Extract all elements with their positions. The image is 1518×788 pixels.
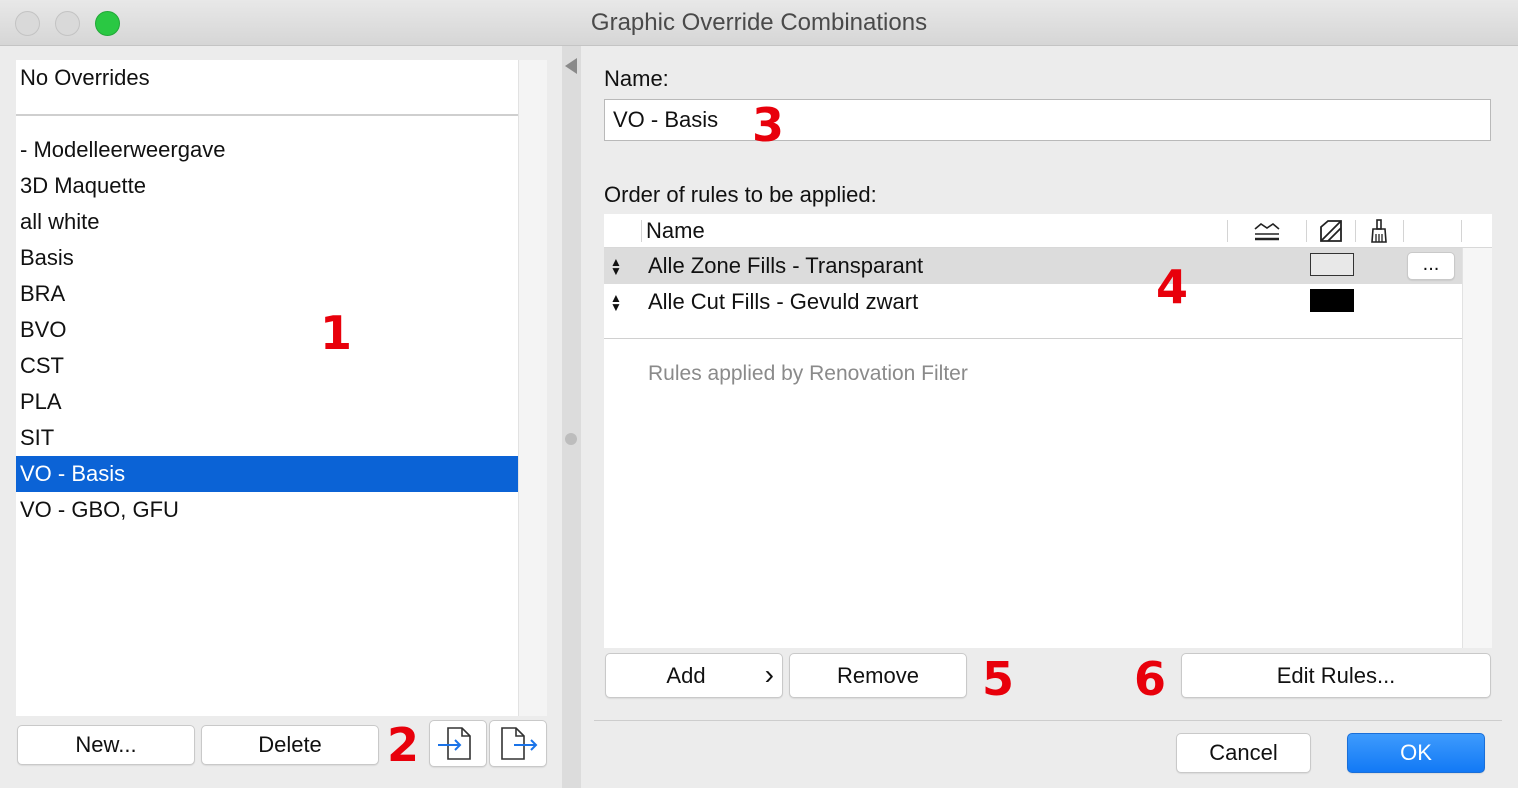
export-file-icon: [501, 727, 538, 760]
header-separator: [1461, 220, 1462, 242]
annotation-3: 3: [752, 98, 785, 152]
remove-rule-button[interactable]: Remove: [789, 653, 967, 698]
add-rule-button[interactable]: Add ›: [605, 653, 783, 698]
list-item[interactable]: SIT: [16, 420, 518, 456]
new-button[interactable]: New...: [17, 725, 195, 765]
annotation-6: 6: [1134, 652, 1167, 706]
reorder-handle-icon[interactable]: ▲ ▼: [609, 292, 623, 313]
renovation-separator: [604, 338, 1462, 339]
fill-override-icon[interactable]: [1318, 218, 1344, 244]
splitter-handle[interactable]: [565, 433, 577, 445]
panel-splitter[interactable]: [562, 46, 581, 788]
list-item[interactable]: - Modelleerweergave: [16, 132, 518, 168]
rule-more-button[interactable]: ...: [1407, 252, 1455, 280]
list-item[interactable]: VO - GBO, GFU: [16, 492, 518, 528]
list-divider: [16, 114, 518, 116]
list-item[interactable]: all white: [16, 204, 518, 240]
export-button[interactable]: [489, 720, 547, 767]
list-item-selected[interactable]: VO - Basis: [16, 456, 518, 492]
list-item-no-overrides[interactable]: No Overrides: [16, 60, 518, 96]
import-file-icon: [438, 727, 471, 760]
collapse-left-arrow-icon[interactable]: [565, 58, 577, 74]
list-item[interactable]: Basis: [16, 240, 518, 276]
add-label: Add: [666, 663, 706, 688]
rule-name[interactable]: Alle Zone Fills - Transparant: [648, 248, 923, 284]
list-item[interactable]: PLA: [16, 384, 518, 420]
list-item[interactable]: CST: [16, 348, 518, 384]
reorder-handle-icon[interactable]: ▲ ▼: [609, 256, 623, 277]
rules-label: Order of rules to be applied:: [604, 182, 877, 207]
renovation-rules-label: Rules applied by Renovation Filter: [648, 362, 968, 385]
surface-brush-icon[interactable]: [1368, 218, 1390, 244]
header-separator: [1306, 220, 1307, 242]
footer-separator: [594, 720, 1502, 721]
annotation-5: 5: [982, 652, 1015, 706]
fill-swatch[interactable]: [1310, 253, 1354, 276]
list-item[interactable]: BRA: [16, 276, 518, 312]
header-separator: [1227, 220, 1228, 242]
edit-rules-button[interactable]: Edit Rules...: [1181, 653, 1491, 698]
name-input[interactable]: VO - Basis: [604, 99, 1491, 141]
header-separator: [641, 220, 642, 242]
annotation-2: 2: [387, 718, 420, 772]
rules-scrollbar[interactable]: [1462, 248, 1492, 648]
rule-name[interactable]: Alle Cut Fills - Gevuld zwart: [648, 284, 918, 320]
annotation-4: 4: [1156, 260, 1189, 314]
fill-swatch[interactable]: [1310, 289, 1354, 312]
cancel-button[interactable]: Cancel: [1176, 733, 1311, 773]
combinations-list-scrollbar[interactable]: [518, 60, 547, 716]
delete-button[interactable]: Delete: [201, 725, 379, 765]
header-name[interactable]: Name: [646, 218, 705, 244]
chevron-right-icon: ›: [764, 659, 774, 690]
header-separator: [1355, 220, 1356, 242]
name-label: Name:: [604, 66, 669, 91]
import-button[interactable]: [429, 720, 487, 767]
line-weight-icon[interactable]: [1252, 219, 1282, 243]
ok-button[interactable]: OK: [1347, 733, 1485, 773]
window-title: Graphic Override Combinations: [590, 9, 928, 36]
list-item[interactable]: 3D Maquette: [16, 168, 518, 204]
header-separator: [1403, 220, 1404, 242]
rules-table-header: [604, 214, 1492, 248]
list-item[interactable]: BVO: [16, 312, 518, 348]
annotation-1: 1: [320, 306, 353, 360]
